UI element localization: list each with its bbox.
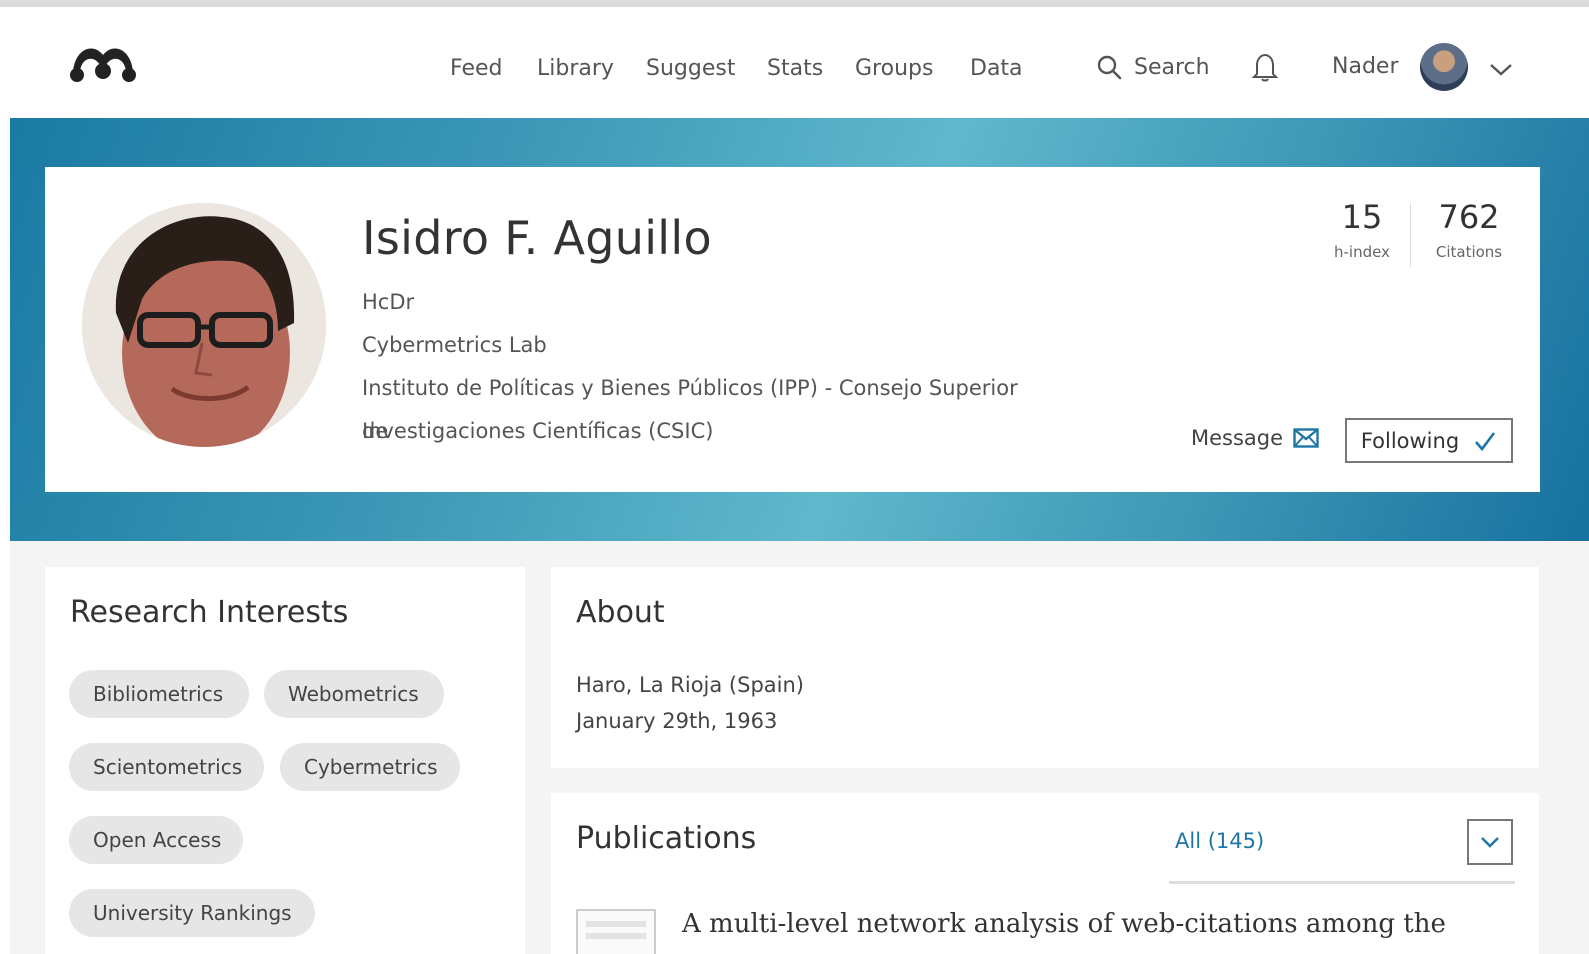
citations-value: 762 (1438, 198, 1500, 236)
nav-library[interactable]: Library (537, 56, 614, 81)
nav-user-name[interactable]: Nader (1332, 54, 1398, 79)
profile-title: HcDr (362, 290, 415, 314)
research-interests-title: Research Interests (70, 595, 349, 630)
top-nav: Feed Library Suggest Stats Groups Data S… (10, 7, 1589, 118)
interest-chip[interactable]: Bibliometrics (69, 670, 249, 718)
nav-suggest[interactable]: Suggest (646, 56, 735, 81)
profile-card: Isidro F. Aguillo HcDr Cybermetrics Lab … (45, 167, 1540, 492)
interest-chip[interactable]: Open Access (69, 816, 243, 864)
chevron-down-icon[interactable] (1488, 59, 1514, 79)
search-label: Search (1134, 54, 1210, 80)
h-index-label: h-index (1334, 243, 1390, 261)
h-index-value: 15 (1341, 198, 1383, 236)
bell-icon[interactable] (1251, 52, 1279, 82)
about-panel: About Haro, La Rioja (Spain) January 29t… (551, 567, 1539, 768)
profile-department: Cybermetrics Lab (362, 333, 547, 357)
chevron-down-icon (1481, 837, 1499, 848)
about-location: Haro, La Rioja (Spain) (576, 673, 804, 697)
citations-metric: 762 Citations (1433, 197, 1505, 261)
interest-chip[interactable]: Scientometrics (69, 743, 264, 791)
nav-groups[interactable]: Groups (855, 56, 933, 81)
nav-stats[interactable]: Stats (767, 56, 823, 81)
publications-filter-label: All (145) (1175, 829, 1265, 853)
h-index-metric: 15 h-index (1329, 197, 1395, 261)
nav-data[interactable]: Data (970, 56, 1023, 81)
message-button[interactable]: Message (1191, 426, 1319, 450)
profile-institution-line2: Investigaciones Científicas (CSIC) (362, 419, 714, 443)
profile-photo (82, 203, 326, 447)
user-avatar[interactable] (1420, 43, 1468, 91)
following-button[interactable]: Following (1345, 418, 1513, 463)
profile-hero: Isidro F. Aguillo HcDr Cybermetrics Lab … (10, 118, 1589, 541)
interest-chip[interactable]: Cybermetrics (280, 743, 460, 791)
metric-divider (1410, 203, 1411, 267)
nav-search[interactable]: Search (1096, 54, 1210, 80)
following-label: Following (1360, 428, 1460, 453)
publications-panel: Publications All (145) A multi-level net… (551, 793, 1539, 954)
publications-title: Publications (576, 821, 757, 856)
mendeley-logo-icon[interactable] (68, 41, 138, 85)
research-interests-panel: Research Interests Bibliometrics Webomet… (45, 567, 525, 954)
interest-chip[interactable]: University Rankings (69, 889, 315, 937)
message-label: Message (1191, 426, 1284, 450)
interest-chip[interactable]: Webometrics (264, 670, 444, 718)
publication-thumbnail[interactable] (576, 909, 656, 954)
profile-name: Isidro F. Aguillo (362, 211, 712, 265)
publication-title[interactable]: A multi-level network analysis of web-ci… (682, 909, 1446, 939)
search-icon (1097, 55, 1122, 80)
top-strip (0, 0, 1589, 7)
about-title: About (576, 595, 665, 630)
citations-label: Citations (1435, 243, 1503, 261)
publications-filter[interactable]: All (145) (1169, 815, 1515, 884)
publications-dropdown-button[interactable] (1467, 819, 1513, 865)
page-frame: Feed Library Suggest Stats Groups Data S… (10, 7, 1589, 954)
nav-feed[interactable]: Feed (450, 56, 503, 81)
envelope-icon (1293, 428, 1319, 448)
checkmark-icon (1475, 431, 1496, 451)
about-birthdate: January 29th, 1963 (576, 709, 778, 733)
